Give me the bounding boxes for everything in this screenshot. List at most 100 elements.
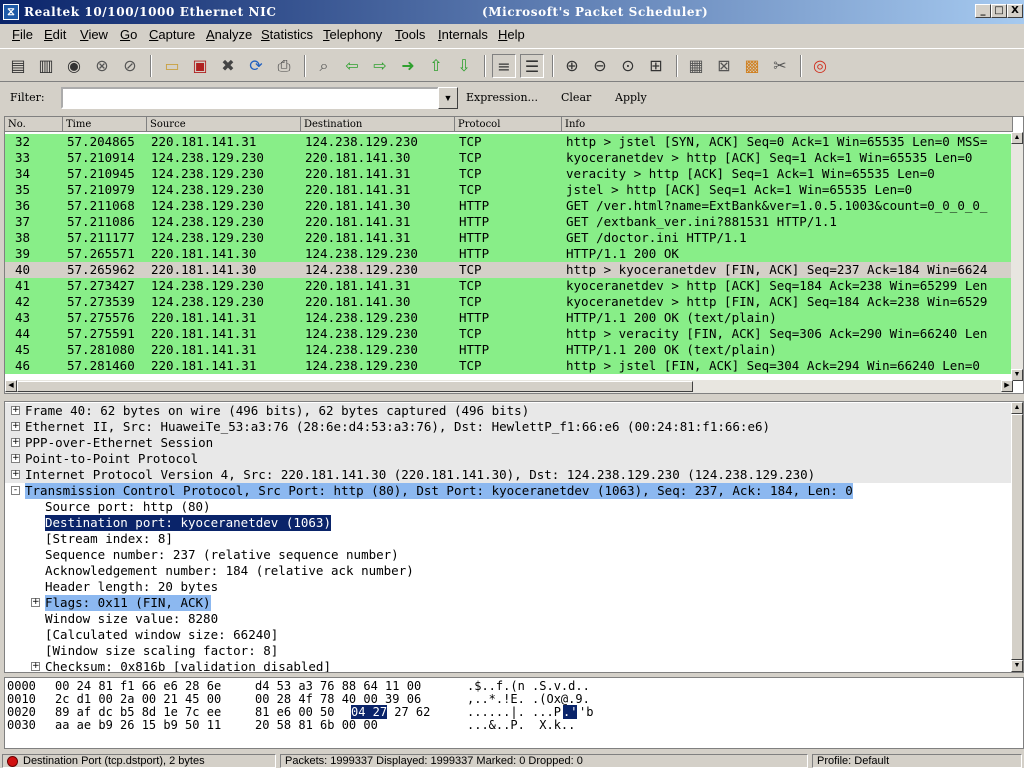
expand-icon[interactable]: + <box>31 598 40 607</box>
apply-button[interactable]: Apply <box>615 91 647 104</box>
menu-analyze[interactable]: Analyze <box>206 27 252 42</box>
reload-icon[interactable]: ⟳ <box>244 54 268 78</box>
go-first-icon[interactable]: ⇧ <box>424 54 448 78</box>
close-button[interactable]: X <box>1007 4 1023 18</box>
scroll-thumb[interactable] <box>17 381 693 392</box>
help-icon[interactable]: ◎ <box>808 54 832 78</box>
zoom-in-icon[interactable]: ⊕ <box>560 54 584 78</box>
packet-row[interactable]: 35 57.210979 124.238.129.230 220.181.141.31… <box>5 182 1013 198</box>
details-vertical-scrollbar[interactable]: ▲ ▼ <box>1011 402 1023 672</box>
scroll-down-icon[interactable]: ▼ <box>1011 660 1023 672</box>
resize-columns-icon[interactable]: ⊞ <box>644 54 668 78</box>
packet-row[interactable]: 40 57.265962 220.181.141.30 124.238.129.230… <box>5 262 1013 278</box>
coloring-rules-icon[interactable]: ▩ <box>740 54 764 78</box>
tree-row[interactable]: Window size value: 8280 <box>5 611 1013 627</box>
packet-row[interactable]: 41 57.273427 124.238.129.230 220.181.141.31… <box>5 278 1013 294</box>
packet-row[interactable]: 38 57.211177 124.238.129.230 220.181.141.31… <box>5 230 1013 246</box>
capture-options-icon[interactable]: ▥ <box>34 54 58 78</box>
packet-row[interactable]: 46 57.281460 220.181.141.31 124.238.129.230… <box>5 358 1013 374</box>
packet-row[interactable]: 34 57.210945 124.238.129.230 220.181.141.31… <box>5 166 1013 182</box>
tree-row[interactable]: Source port: http (80) <box>5 499 1013 515</box>
auto-scroll-icon[interactable]: ☰ <box>520 54 544 78</box>
tree-row[interactable]: + PPP-over-Ethernet Session <box>5 435 1013 451</box>
scroll-up-icon[interactable]: ▲ <box>1011 402 1023 414</box>
expand-icon[interactable]: + <box>11 422 20 431</box>
column-header-time[interactable]: Time <box>63 117 147 132</box>
tree-row[interactable]: + Internet Protocol Version 4, Src: 220.1… <box>5 467 1013 483</box>
column-header-source[interactable]: Source <box>147 117 301 132</box>
tree-row[interactable]: [Window size scaling factor: 8] <box>5 643 1013 659</box>
close-file-icon[interactable]: ✖ <box>216 54 240 78</box>
packet-row[interactable]: 44 57.275591 220.181.141.31 124.238.129.230… <box>5 326 1013 342</box>
status-profile[interactable]: Profile: Default <box>812 754 1022 768</box>
clear-button[interactable]: Clear <box>561 91 591 104</box>
packet-row[interactable]: 32 57.204865 220.181.141.31 124.238.129.230… <box>5 134 1013 150</box>
go-forward-icon[interactable]: ⇨ <box>368 54 392 78</box>
menu-telephony[interactable]: Telephony <box>323 27 382 42</box>
scroll-right-icon[interactable]: ▶ <box>1001 380 1013 392</box>
tree-row[interactable]: + Ethernet II, Src: HuaweiTe_53:a3:76 (28… <box>5 419 1013 435</box>
expand-icon[interactable]: + <box>11 406 20 415</box>
column-header-destination[interactable]: Destination <box>301 117 455 132</box>
packet-row[interactable]: 37 57.211086 124.238.129.230 220.181.141.31… <box>5 214 1013 230</box>
column-header-no[interactable]: No. <box>5 117 63 132</box>
tree-row[interactable]: - Transmission Control Protocol, Src Port… <box>5 483 1013 499</box>
tree-row[interactable]: + Flags: 0x11 (FIN, ACK) <box>5 595 1013 611</box>
filter-dropdown-icon[interactable]: ▼ <box>438 87 458 109</box>
zoom-out-icon[interactable]: ⊖ <box>588 54 612 78</box>
expand-icon[interactable]: + <box>11 470 20 479</box>
menu-edit[interactable]: Edit <box>44 27 66 42</box>
collapse-icon[interactable]: - <box>11 486 20 495</box>
packet-list-vertical-scrollbar[interactable]: ▲ ▼ <box>1011 132 1023 381</box>
column-header-protocol[interactable]: Protocol <box>455 117 562 132</box>
interfaces-icon[interactable]: ▤ <box>6 54 30 78</box>
expression-button[interactable]: Expression... <box>466 91 538 104</box>
print-icon[interactable]: ⎙ <box>272 54 296 78</box>
zoom-normal-icon[interactable]: ⊙ <box>616 54 640 78</box>
packet-row[interactable]: 36 57.211068 124.238.129.230 220.181.141.30… <box>5 198 1013 214</box>
maximize-button[interactable]: □ <box>991 4 1007 18</box>
tree-row[interactable]: Acknowledgement number: 184 (relative ac… <box>5 563 1013 579</box>
display-filters-icon[interactable]: ⊠ <box>712 54 736 78</box>
menu-statistics[interactable]: Statistics <box>261 27 313 42</box>
go-back-icon[interactable]: ⇦ <box>340 54 364 78</box>
tree-row[interactable]: Header length: 20 bytes <box>5 579 1013 595</box>
filter-input[interactable] <box>61 87 439 109</box>
menu-tools[interactable]: Tools <box>395 27 425 42</box>
scroll-left-icon[interactable]: ◀ <box>5 380 17 392</box>
capture-filters-icon[interactable]: ▦ <box>684 54 708 78</box>
expert-info-icon[interactable] <box>7 756 18 767</box>
tree-row[interactable]: + Checksum: 0x816b [validation disabled] <box>5 659 1013 672</box>
menu-capture[interactable]: Capture <box>149 27 195 42</box>
go-to-packet-icon[interactable]: ➜ <box>396 54 420 78</box>
scroll-thumb[interactable] <box>1011 414 1023 660</box>
packet-row[interactable]: 42 57.273539 124.238.129.230 220.181.141.30… <box>5 294 1013 310</box>
menu-help[interactable]: Help <box>498 27 525 42</box>
save-file-icon[interactable]: ▣ <box>188 54 212 78</box>
column-header-info[interactable]: Info <box>562 117 1013 132</box>
tree-row[interactable]: + Point-to-Point Protocol <box>5 451 1013 467</box>
expand-icon[interactable]: + <box>11 454 20 463</box>
preferences-icon[interactable]: ✂ <box>768 54 792 78</box>
start-capture-icon[interactable]: ◉ <box>62 54 86 78</box>
menu-internals[interactable]: Internals <box>438 27 488 42</box>
restart-capture-icon[interactable]: ⊘ <box>118 54 142 78</box>
expand-icon[interactable]: + <box>31 662 40 671</box>
menu-go[interactable]: Go <box>120 27 137 42</box>
go-last-icon[interactable]: ⇩ <box>452 54 476 78</box>
packet-row[interactable]: 43 57.275576 220.181.141.31 124.238.129.230… <box>5 310 1013 326</box>
menu-file[interactable]: File <box>12 27 33 42</box>
packet-row[interactable]: 39 57.265571 220.181.141.30 124.238.129.230… <box>5 246 1013 262</box>
expand-icon[interactable]: + <box>11 438 20 447</box>
minimize-button[interactable]: _ <box>975 4 991 18</box>
menu-view[interactable]: View <box>80 27 108 42</box>
packet-row[interactable]: 33 57.210914 124.238.129.230 220.181.141.30… <box>5 150 1013 166</box>
colorize-icon[interactable]: ≡ <box>492 54 516 78</box>
scroll-up-icon[interactable]: ▲ <box>1011 132 1023 144</box>
tree-row[interactable]: [Stream index: 8] <box>5 531 1013 547</box>
find-packet-icon[interactable]: ⌕ <box>312 54 336 78</box>
open-file-icon[interactable]: ▭ <box>160 54 184 78</box>
tree-row[interactable]: Destination port: kyoceranetdev (1063) <box>5 515 1013 531</box>
tree-row[interactable]: Sequence number: 237 (relative sequence … <box>5 547 1013 563</box>
packet-list-horizontal-scrollbar[interactable]: ◀ ▶ <box>5 380 1013 393</box>
